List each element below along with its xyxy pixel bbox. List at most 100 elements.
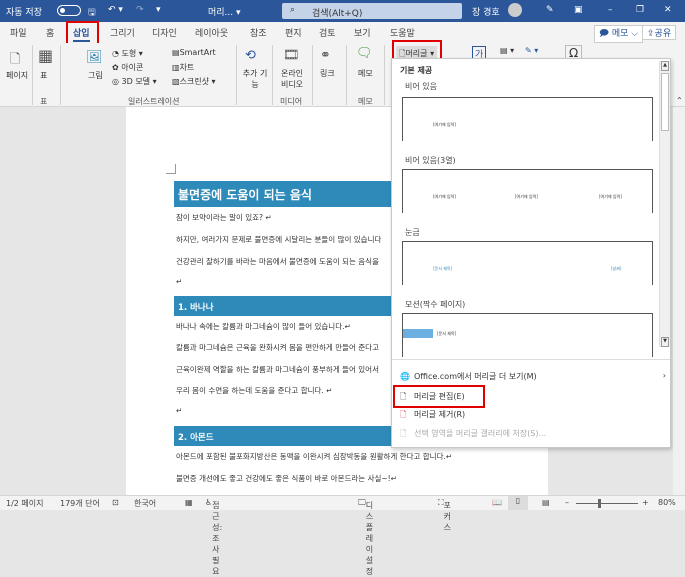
- shapes-button[interactable]: ◔ 도형 ▾: [112, 48, 143, 59]
- user-name[interactable]: 장 경호: [472, 5, 500, 18]
- table-button[interactable]: 표: [40, 70, 47, 81]
- chevron-right-icon: ›: [662, 371, 666, 380]
- customize-qat-icon[interactable]: ▾: [156, 5, 161, 15]
- scroll-thumb[interactable]: [661, 73, 669, 131]
- online-video-icon: 🎞: [283, 48, 300, 63]
- zoom-out-button[interactable]: –: [565, 498, 569, 507]
- 3d-models-button[interactable]: ◎ 3D 모델 ▾: [112, 76, 157, 87]
- undo-icon[interactable]: ↶ ▾: [108, 5, 123, 15]
- autosave-toggle[interactable]: [57, 5, 81, 16]
- word-count[interactable]: 179개 단어: [60, 498, 100, 509]
- empty-paragraph: ↵: [176, 406, 183, 415]
- tab-layout[interactable]: 레이아웃: [195, 26, 228, 39]
- color-bar: [403, 329, 433, 338]
- more-headers-menu-item[interactable]: 🌐 Office.com에서 머리글 더 보기(M) ›: [400, 371, 666, 382]
- group-comments-label: 메모: [358, 97, 373, 106]
- paragraph: 불면증 개선에도 좋고 건강에도 좋은 식품이 바로 아몬드라는 사실~!↵: [176, 474, 397, 483]
- 3d-models-label: 3D 모델: [121, 77, 151, 86]
- zoom-in-button[interactable]: +: [642, 498, 649, 507]
- icons-button[interactable]: ✿ 아이콘: [112, 62, 143, 73]
- paragraph: 근육이완제 역할을 하는 칼륨과 마그네슘이 풍부하게 들어 있어서: [176, 365, 379, 374]
- web-layout-icon[interactable]: ▤: [542, 498, 550, 507]
- accessibility-label: 접근성: 조사 필요: [212, 501, 223, 576]
- focus-button[interactable]: ⛶ 포커스: [438, 498, 451, 532]
- minimize-icon[interactable]: –: [608, 5, 613, 15]
- zoom-slider-thumb[interactable]: [598, 499, 601, 508]
- gallery-item-grid[interactable]: [문서 제목] [날짜]: [402, 241, 653, 285]
- gallery-item-blank[interactable]: [여기에 입력]: [402, 97, 653, 141]
- search-box[interactable]: ⌕ 검색(Alt+Q): [282, 3, 462, 19]
- gallery-scrollbar[interactable]: ▲ ▼: [659, 61, 670, 347]
- document-title[interactable]: 머리... ▾: [208, 5, 241, 18]
- placeholder-text: [문서 제목]: [437, 331, 457, 336]
- highlight-edit-header: [393, 385, 485, 408]
- proofing-icon[interactable]: ⊡: [112, 498, 119, 507]
- divider: [312, 45, 313, 105]
- gallery-item-motion-even[interactable]: [문서 제목]: [402, 313, 653, 357]
- online-video-button[interactable]: 온라인 비디오: [278, 68, 306, 90]
- search-input[interactable]: 검색(Alt+Q): [312, 6, 362, 19]
- placeholder-text: [여기에 입력]: [515, 194, 538, 199]
- gallery-item-label: 비어 있음: [405, 82, 437, 91]
- macro-icon[interactable]: ▦: [185, 498, 193, 507]
- avatar[interactable]: [508, 3, 522, 17]
- read-mode-icon[interactable]: 📖: [492, 498, 502, 507]
- tab-view[interactable]: 보기: [354, 26, 371, 39]
- tab-file[interactable]: 파일: [10, 26, 27, 39]
- group-table-label: 표: [40, 97, 48, 106]
- scroll-down-icon[interactable]: ▼: [661, 337, 669, 347]
- tab-help[interactable]: 도움말: [390, 26, 415, 39]
- restore-icon[interactable]: ❐: [636, 5, 644, 15]
- focus-label: 포커스: [443, 501, 451, 532]
- screenshot-button[interactable]: ▧스크린샷 ▾: [172, 76, 216, 87]
- signature-line-icon[interactable]: ✎ ▾: [525, 46, 538, 55]
- quick-parts-icon[interactable]: ▤ ▾: [500, 46, 514, 55]
- placeholder-text: [문서 제목]: [433, 266, 453, 271]
- pages-button[interactable]: 페이지: [6, 70, 28, 81]
- smartart-button[interactable]: ▤SmartArt: [172, 48, 216, 57]
- ribbon-display-icon[interactable]: ▣: [574, 5, 583, 15]
- gallery-item-label: 비어 있음(3열): [405, 156, 456, 165]
- redo-icon[interactable]: ↷: [136, 5, 144, 15]
- tab-draw[interactable]: 그리기: [110, 26, 135, 39]
- builtin-section-label: 기본 제공: [400, 66, 433, 75]
- group-illustrations-label: 일러스트레이션: [128, 97, 180, 106]
- tab-review[interactable]: 검토: [319, 26, 336, 39]
- pictures-button[interactable]: 그림: [88, 70, 103, 81]
- close-icon[interactable]: ✕: [664, 5, 672, 15]
- zoom-slider[interactable]: [576, 503, 638, 504]
- accessibility-status[interactable]: ♿ 접근성: 조사 필요: [205, 498, 222, 576]
- tab-mailings[interactable]: 편지: [285, 26, 302, 39]
- divider: [236, 45, 237, 105]
- addins-button[interactable]: 추가 기능: [240, 68, 270, 90]
- remove-header-menu-item[interactable]: 🗋 머리글 제거(R): [400, 409, 465, 423]
- save-icon[interactable]: 🖫: [88, 5, 96, 21]
- tab-references[interactable]: 참조: [250, 26, 267, 39]
- page-count[interactable]: 1/2 페이지: [6, 498, 44, 509]
- page-icon: 🗋: [10, 52, 21, 67]
- display-settings-label: 디스플레이 설정: [365, 501, 374, 576]
- gallery-item-blank-3col[interactable]: [여기에 입력] [여기에 입력] [여기에 입력]: [402, 169, 653, 213]
- title-bar: 자동 저장 🖫 ↶ ▾ ↷ ▾ 머리... ▾ ⌕ 검색(Alt+Q) 장 경호…: [0, 0, 685, 22]
- zoom-level[interactable]: 80%: [658, 498, 676, 507]
- search-icon: ⌕: [290, 5, 296, 15]
- tab-design[interactable]: 디자인: [152, 26, 177, 39]
- menu-label: 선택 영역을 머리글 갤러리에 저장(S)...: [414, 429, 547, 438]
- language[interactable]: 한국어: [134, 498, 156, 509]
- shapes-label: 도형: [121, 49, 137, 58]
- group-media-label: 미디어: [280, 97, 303, 106]
- comments-button[interactable]: 🗩 메모 ⌵: [594, 25, 644, 43]
- screenshot-label: 스크린샷: [179, 77, 210, 86]
- new-comment-button[interactable]: 메모: [358, 68, 373, 79]
- share-button[interactable]: ⇪공유: [642, 25, 677, 40]
- document-scrollbar[interactable]: [673, 107, 685, 495]
- link-button[interactable]: 링크: [320, 68, 335, 79]
- paragraph: 하지만, 여러가지 문제로 불면증에 시달리는 분들이 많이 있습니다: [176, 235, 382, 244]
- print-layout-icon[interactable]: ▯: [508, 496, 528, 510]
- pen-icon[interactable]: ✎: [546, 5, 554, 15]
- collapse-ribbon-icon[interactable]: ⌃: [676, 96, 683, 105]
- tab-home[interactable]: 홈: [46, 26, 54, 39]
- display-settings-button[interactable]: 🖵 디스플레이 설정: [358, 498, 373, 576]
- chart-button[interactable]: ▥차트: [172, 62, 194, 73]
- scroll-up-icon[interactable]: ▲: [661, 61, 669, 71]
